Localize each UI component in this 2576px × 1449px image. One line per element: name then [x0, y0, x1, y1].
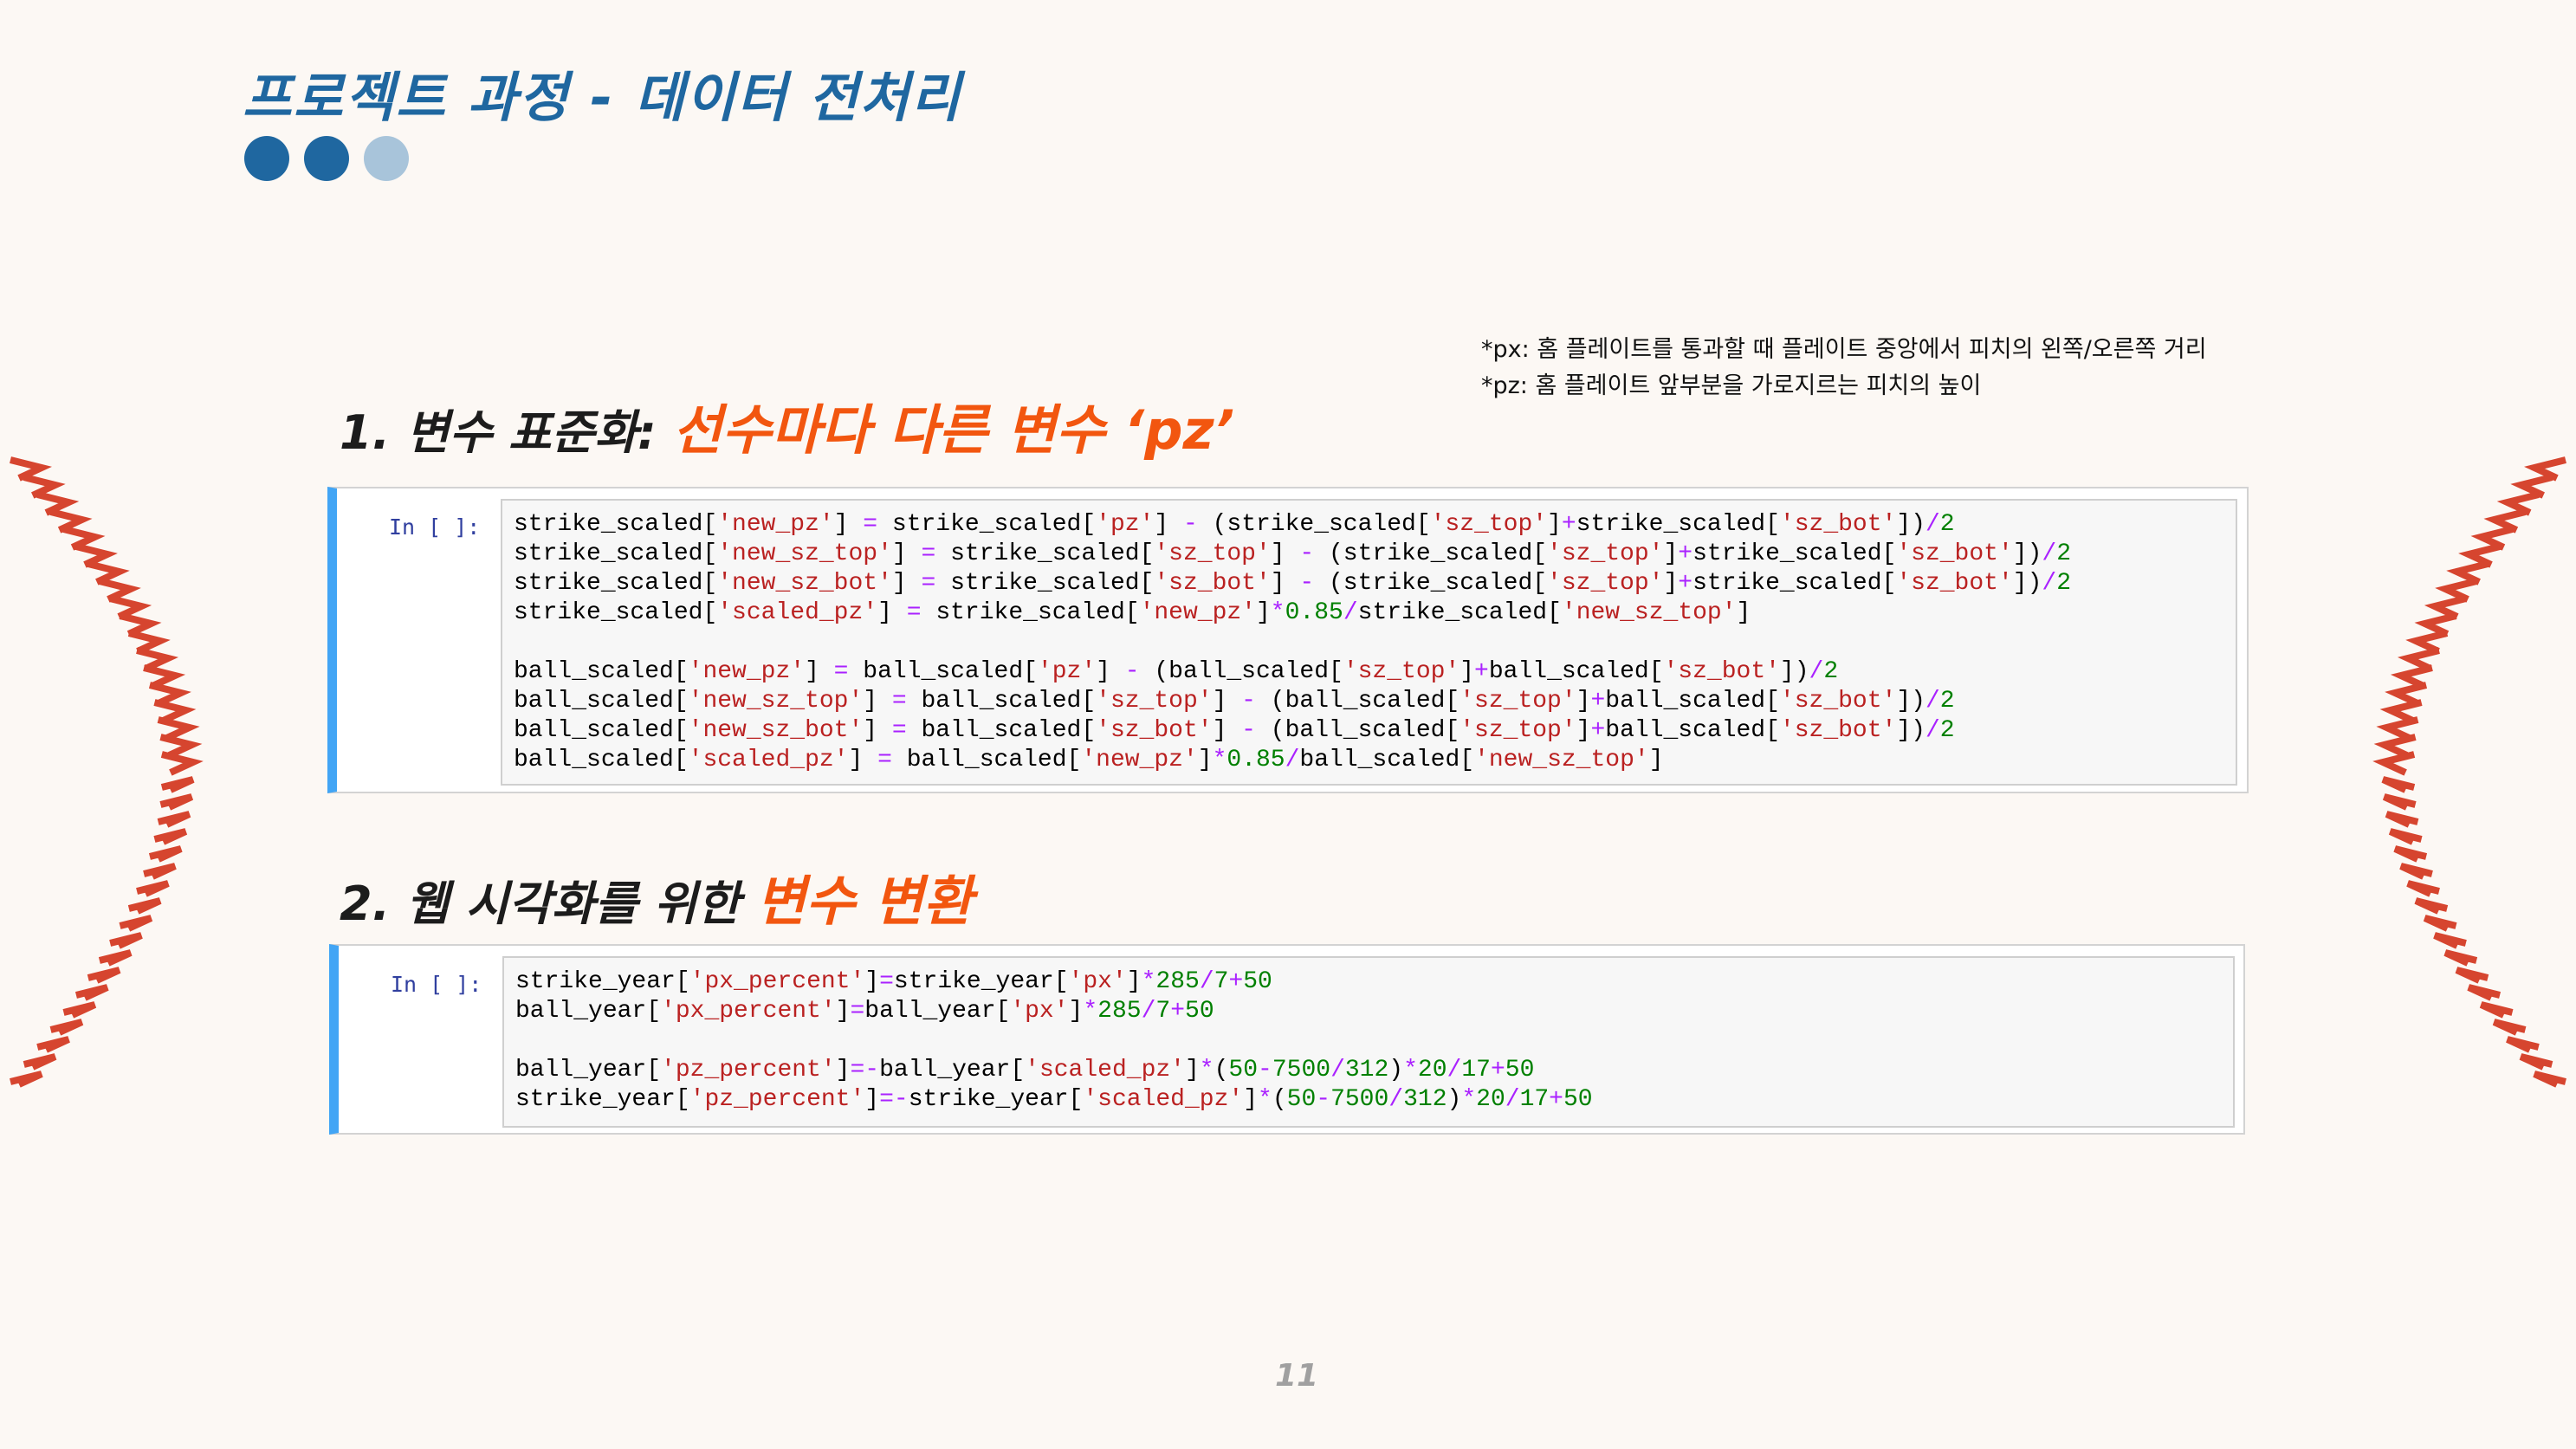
stitch-mark — [119, 915, 153, 932]
stitch-mark — [2479, 1001, 2514, 1019]
stitch-mark — [74, 984, 109, 1001]
code-line: ball_scaled['new_sz_bot'] = ball_scaled[… — [514, 717, 1955, 744]
stitch-mark — [87, 967, 121, 984]
stitch-mark — [143, 664, 186, 689]
stitch-mark — [2492, 1019, 2527, 1036]
stitch-mark — [23, 1053, 57, 1071]
stitch-mark — [2385, 682, 2428, 707]
note-px: *px: 홈 플레이트를 통과할 때 플레이트 중앙에서 피치의 왼쪽/오른쪽 … — [1481, 336, 2207, 363]
stitch-mark — [160, 751, 204, 776]
stitch-mark — [10, 1071, 43, 1088]
section1-heading-accent: 선수마다 다른 변수 ‘pz’ — [672, 398, 1235, 462]
stitch-mark — [2455, 967, 2489, 984]
section1-heading: 1. 변수 표준화: 선수마다 다른 변수 ‘pz’ — [340, 386, 1234, 464]
stitch-mark — [62, 1001, 97, 1019]
stitch-mark — [157, 811, 191, 828]
stitch-mark — [2397, 647, 2440, 672]
stitch-mark — [2385, 811, 2419, 828]
stitch-mark — [36, 1036, 70, 1053]
section1-heading-text: 1. 변수 표준화: — [340, 405, 673, 460]
stitch-mark — [159, 793, 194, 811]
stitch-mark — [109, 932, 143, 949]
stitch-mark — [153, 828, 188, 845]
page-number: 11 — [1275, 1358, 1319, 1394]
stitch-mark — [2506, 1036, 2540, 1053]
code-cell-2[interactable]: In [ ]: strike_year['px_percent']=strike… — [329, 944, 2245, 1135]
section2-heading-text: 2. 웹 시각화를 위한 — [340, 877, 757, 931]
stitch-mark — [127, 630, 171, 655]
code-cell-1[interactable]: In [ ]: strike_scaled['new_pz'] = strike… — [327, 487, 2249, 793]
stitch-mark — [136, 880, 170, 897]
stitch-mark — [160, 776, 195, 793]
code-line: strike_year['pz_percent']=-strike_year['… — [515, 1086, 1593, 1113]
code-line: ball_year['pz_percent']=-ball_year['scal… — [515, 1057, 1535, 1084]
stitch-mark — [2405, 630, 2449, 655]
variable-notes: *px: 홈 플레이트를 통과할 때 플레이트 중앙에서 피치의 왼쪽/오른쪽 … — [1481, 332, 2207, 404]
code-line: ball_year['px_percent']=ball_year['px']*… — [515, 998, 1214, 1025]
stitch-mark — [148, 845, 183, 863]
stitch-mark — [2381, 776, 2416, 793]
note-pz: *pz: 홈 플레이트 앞부분을 가로지르는 피치의 높이 — [1481, 372, 1982, 399]
stitch-mark — [136, 647, 179, 672]
stitch-mark — [2443, 949, 2478, 967]
stitch-mark — [2533, 1071, 2566, 1088]
code-editor-2[interactable]: strike_year['px_percent']=strike_year['p… — [502, 956, 2235, 1128]
code-editor-1[interactable]: strike_scaled['new_pz'] = strike_scaled[… — [501, 499, 2237, 786]
stitch-mark — [2388, 828, 2423, 845]
progress-dot-2 — [304, 136, 349, 181]
stitch-mark — [2433, 932, 2467, 949]
progress-dots — [244, 136, 409, 181]
stitch-mark — [2390, 664, 2433, 689]
stitch-mark — [2519, 1053, 2553, 1071]
stitch-mark — [2406, 880, 2440, 897]
stitch-mark — [2372, 751, 2416, 776]
stitch-mark — [2467, 984, 2502, 1001]
baseball-stitch-right — [2372, 456, 2566, 1088]
cell-prompt: In [ ]: — [389, 514, 481, 540]
baseball-stitch-left — [10, 456, 204, 1088]
stitch-mark — [148, 682, 191, 707]
stitch-mark — [2393, 845, 2428, 863]
stitch-mark — [2423, 915, 2457, 932]
code-line: ball_scaled['new_pz'] = ball_scaled['pz'… — [514, 658, 1839, 685]
section2-heading: 2. 웹 시각화를 위한 변수 변환 — [340, 857, 973, 935]
code-line: ball_scaled['new_sz_top'] = ball_scaled[… — [514, 688, 1955, 715]
stitch-mark — [98, 949, 133, 967]
page-title: 프로젝트 과정 - 데이터 전처리 — [243, 66, 962, 129]
progress-dot-3 — [364, 136, 409, 181]
stitch-mark — [49, 1019, 84, 1036]
code-line: ball_scaled['scaled_pz'] = ball_scaled['… — [514, 747, 1664, 773]
stitch-mark — [2414, 897, 2449, 915]
cell-prompt: In [ ]: — [391, 972, 482, 997]
code-line: strike_scaled['scaled_pz'] = strike_scal… — [514, 599, 1751, 626]
code-line: strike_scaled['new_sz_top'] = strike_sca… — [514, 540, 2071, 567]
stitch-mark — [143, 863, 177, 880]
stitch-mark — [127, 897, 162, 915]
progress-dot-1 — [244, 136, 289, 181]
stitch-mark — [2382, 793, 2417, 811]
stitch-mark — [2399, 863, 2433, 880]
code-line: strike_scaled['new_pz'] = strike_scaled[… — [514, 511, 1955, 538]
code-line: strike_year['px_percent']=strike_year['p… — [515, 968, 1272, 995]
code-line: strike_scaled['new_sz_bot'] = strike_sca… — [514, 570, 2071, 597]
section2-heading-accent: 변수 변환 — [756, 870, 973, 933]
